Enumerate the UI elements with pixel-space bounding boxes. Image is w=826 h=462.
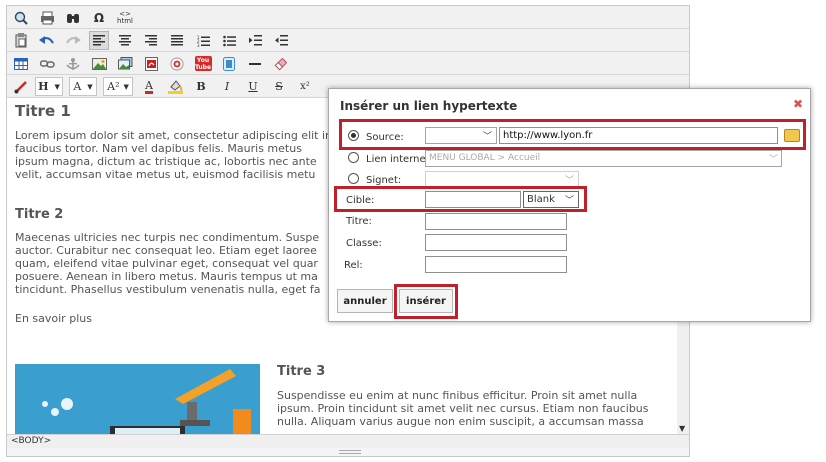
resize-grip[interactable] [339,450,361,454]
youtube-icon[interactable]: You Tube [193,54,213,73]
paste-icon[interactable] [11,31,31,50]
source-highlight-box [339,119,806,150]
insert-link-dialog: Insérer un lien hypertexte ✖ Source: ﹀ h… [328,88,811,322]
internal-link-select[interactable]: MENU GLOBAL > Accueil [425,150,782,167]
illustration-graphic [42,369,251,434]
pdf-icon[interactable] [141,54,161,73]
insert-highlight-box [394,284,458,319]
close-icon[interactable]: ✖ [793,97,803,111]
link-icon[interactable] [37,54,57,73]
toolbar-row-2: 123 [7,29,689,52]
horizontal-rule-icon[interactable] [245,54,265,73]
highlight-icon[interactable] [165,77,185,96]
paragraph-3: Suspendisse eu enim at nunc finibus effi… [277,389,649,428]
special-char-icon[interactable]: Ω [89,8,109,27]
outdent-icon[interactable] [271,31,291,50]
title-label: Titre: [346,216,372,227]
align-left-icon[interactable] [89,31,109,50]
image-icon[interactable] [89,54,109,73]
ordered-list-icon[interactable]: 123 [193,31,213,50]
chevron-down-icon: ▼ [87,82,93,91]
table-icon[interactable] [11,54,31,73]
preview-icon[interactable] [11,8,31,27]
class-label: Classe: [346,238,382,249]
strikethrough-button[interactable]: S [269,77,289,96]
element-path-bar: <BODY> [7,434,689,448]
media-icon[interactable] [219,54,239,73]
chevron-down-icon: ﹀ [769,155,779,165]
heading-dropdown[interactable]: H ▼ [35,77,63,96]
underline-button[interactable]: U [243,77,263,96]
font-color-letter: A [145,78,153,94]
print-icon[interactable] [37,8,57,27]
font-color-icon[interactable]: A [139,77,159,96]
flash-icon[interactable] [167,54,187,73]
rel-input[interactable] [425,256,567,273]
font-size-dropdown[interactable]: A² ▼ [103,77,133,96]
svg-text:3: 3 [197,43,200,47]
rel-label: Rel: [344,260,363,271]
chevron-down-icon: ▼ [54,82,60,91]
title-input[interactable] [425,213,567,230]
find-icon[interactable] [63,8,83,27]
chevron-down-icon: ▼ [123,82,129,91]
heading-titre-3: Titre 3 [277,364,326,379]
gallery-icon[interactable] [115,54,135,73]
html-icon-label: html [117,16,133,25]
toolbar-row-3: You Tube [7,52,689,75]
illustration-image [15,364,260,434]
undo-icon[interactable] [37,31,57,50]
bullet-list-icon[interactable] [219,31,239,50]
chevron-down-icon: ﹀ [564,176,574,186]
indent-icon[interactable] [245,31,265,50]
heading-label: H [38,80,49,93]
bold-button[interactable]: B [191,77,211,96]
html-icon[interactable]: <> html [115,8,135,27]
redo-icon[interactable] [63,31,83,50]
class-input[interactable] [425,234,567,251]
eraser-icon[interactable] [271,54,291,73]
youtube-label: You Tube [194,56,212,71]
scroll-down-icon[interactable]: ▼ [679,424,685,433]
target-highlight-box [334,186,587,212]
font-size-label: A² [107,80,120,93]
paragraph-2: Maecenas ultricies nec turpis nec condim… [15,231,321,296]
cancel-button[interactable]: annuler [337,289,393,313]
brush-icon[interactable] [11,77,31,96]
align-right-icon[interactable] [141,31,161,50]
internal-link-radio[interactable] [348,152,359,163]
dialog-title: Insérer un lien hypertexte [340,99,518,113]
anchor-icon[interactable] [63,54,83,73]
bookmark-label: Signet: [366,175,402,186]
align-center-icon[interactable] [115,31,135,50]
italic-button[interactable]: I [217,77,237,96]
font-dropdown[interactable]: A ▼ [69,77,97,96]
internal-link-label: Lien interne: [366,154,430,165]
font-label: A [73,80,82,93]
bookmark-radio[interactable] [348,173,359,184]
justify-icon[interactable] [167,31,187,50]
superscript-button[interactable]: x² [295,77,315,96]
toolbar-row-1: Ω <> html [7,6,689,29]
paragraph-1: Lorem ipsum dolor sit amet, consectetur … [15,129,333,181]
